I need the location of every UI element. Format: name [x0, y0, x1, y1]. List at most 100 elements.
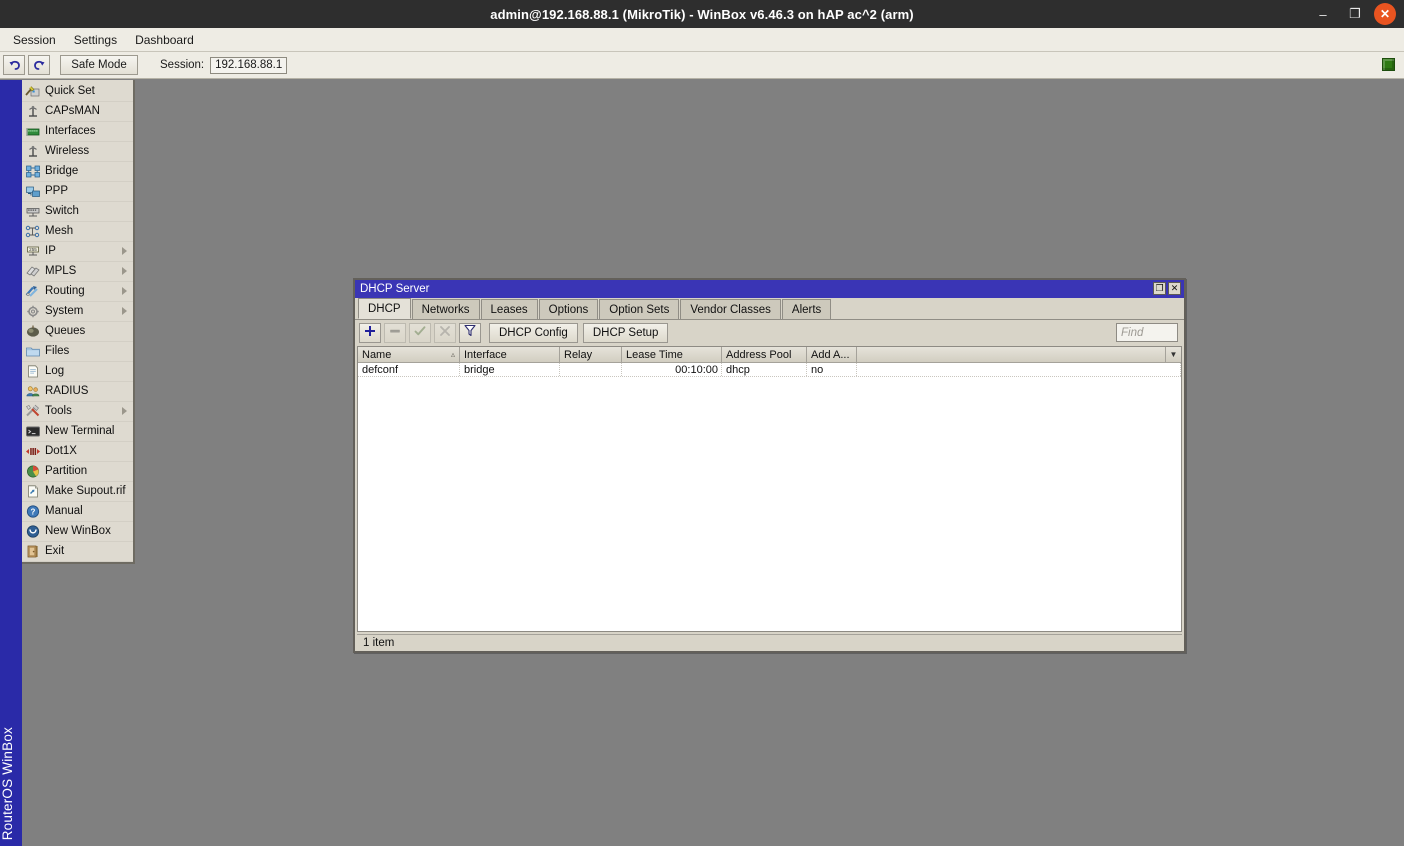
column-header-name[interactable]: Name ▵ — [358, 347, 460, 362]
sidebar-item-new-terminal[interactable]: New Terminal — [22, 422, 133, 442]
sidebar-item-dot1x[interactable]: Dot1X — [22, 442, 133, 462]
table-row[interactable]: defconf bridge 00:10:00 dhcp no — [358, 363, 1181, 377]
column-header-label: Add A... — [811, 348, 850, 361]
menu-item-dashboard[interactable]: Dashboard — [126, 31, 203, 49]
column-header-filler — [857, 347, 1165, 362]
dhcp-close-button[interactable]: ✕ — [1168, 282, 1181, 295]
tab-options[interactable]: Options — [538, 299, 599, 319]
submenu-chevron-right-icon — [122, 407, 127, 415]
sidebar-item-switch[interactable]: Switch — [22, 202, 133, 222]
dhcp-window-controls: ❐ ✕ — [1153, 282, 1181, 295]
sidebar-item-queues[interactable]: Queues — [22, 322, 133, 342]
add-button[interactable] — [359, 323, 381, 343]
sidebar-item-label: New WinBox — [45, 524, 111, 537]
column-header-address-pool[interactable]: Address Pool — [722, 347, 807, 362]
session-label: Session: — [160, 59, 205, 71]
sidebar-item-files[interactable]: Files — [22, 342, 133, 362]
column-header-add-a[interactable]: Add A... — [807, 347, 857, 362]
sidebar-menu: Quick Set CAPsMAN Interfaces Wireless Bridge… — [22, 80, 135, 564]
sidebar-item-routing[interactable]: Routing — [22, 282, 133, 302]
sidebar-item-label: Switch — [45, 204, 79, 217]
minimize-button[interactable]: – — [1310, 3, 1336, 25]
sidebar-item-make-supout-rif[interactable]: Make Supout.rif — [22, 482, 133, 502]
sidebar-item-label: CAPsMAN — [45, 104, 100, 117]
find-placeholder: Find — [1121, 326, 1144, 339]
dhcp-config-button[interactable]: DHCP Config — [489, 323, 578, 343]
sidebar-item-ppp[interactable]: PPP — [22, 182, 133, 202]
column-chooser-dropdown-icon[interactable]: ▼ — [1165, 347, 1181, 362]
tab-networks[interactable]: Networks — [411, 299, 480, 319]
tab-option-sets[interactable]: Option Sets — [599, 299, 680, 319]
quickset-icon — [24, 84, 41, 100]
tab-alerts[interactable]: Alerts — [781, 299, 832, 319]
safe-mode-button[interactable]: Safe Mode — [60, 55, 138, 75]
sidebar-item-label: Mesh — [45, 224, 74, 237]
sidebar-item-exit[interactable]: Exit — [22, 542, 133, 562]
sidebar-item-manual[interactable]: ? Manual — [22, 502, 133, 522]
sidebar-item-bridge[interactable]: Bridge — [22, 162, 133, 182]
sidebar-item-log[interactable]: Log — [22, 362, 133, 382]
dhcp-tab-bar: DHCP Networks Leases Options Option Sets Vend… — [355, 298, 1184, 320]
sidebar-item-tools[interactable]: Tools — [22, 402, 133, 422]
column-header-label: Relay — [564, 348, 593, 361]
sidebar-item-capsman[interactable]: CAPsMAN — [22, 102, 133, 122]
close-button[interactable]: ✕ — [1374, 3, 1396, 25]
sidebar-item-wireless[interactable]: Wireless — [22, 142, 133, 162]
sidebar-item-label: IP — [45, 244, 56, 257]
sidebar-item-mpls[interactable]: MPLS — [22, 262, 133, 282]
mpls-icon — [24, 264, 41, 280]
terminal-icon — [24, 424, 41, 440]
dhcp-server-window[interactable]: DHCP Server ❐ ✕ DHCP Networks Leases Option… — [353, 278, 1186, 653]
redo-button[interactable] — [28, 55, 50, 75]
find-input[interactable]: Find — [1116, 323, 1178, 342]
sidebar-item-label: Partition — [45, 464, 88, 477]
column-header-interface[interactable]: Interface — [460, 347, 560, 362]
sidebar-item-label: Make Supout.rif — [45, 484, 126, 497]
submenu-chevron-right-icon — [122, 287, 127, 295]
submenu-chevron-right-icon — [122, 267, 127, 275]
sidebar-item-ip[interactable]: 255 IP — [22, 242, 133, 262]
sidebar-item-new-winbox[interactable]: New WinBox — [22, 522, 133, 542]
system-gear-icon — [24, 304, 41, 320]
routing-icon — [24, 284, 41, 300]
session-address-field[interactable]: 192.168.88.1 — [210, 56, 288, 74]
menu-item-session[interactable]: Session — [4, 31, 65, 49]
undo-button[interactable] — [3, 55, 25, 75]
column-header-relay[interactable]: Relay — [560, 347, 622, 362]
dhcp-restore-button[interactable]: ❐ — [1153, 282, 1166, 295]
disable-button[interactable] — [434, 323, 456, 343]
sidebar-item-label: Bridge — [45, 164, 79, 177]
dhcp-window-title-bar[interactable]: DHCP Server ❐ ✕ — [355, 280, 1184, 298]
sidebar-item-label: Exit — [45, 544, 65, 557]
dhcp-setup-button[interactable]: DHCP Setup — [582, 323, 669, 343]
sidebar-item-partition[interactable]: Partition — [22, 462, 133, 482]
enable-button[interactable] — [409, 323, 431, 343]
sidebar-item-system[interactable]: System — [22, 302, 133, 322]
menu-bar: Session Settings Dashboard — [0, 28, 1404, 52]
sidebar-item-label: Queues — [45, 324, 86, 337]
sidebar-item-interfaces[interactable]: Interfaces — [22, 122, 133, 142]
filter-button[interactable] — [459, 323, 481, 343]
sidebar-item-label: MPLS — [45, 264, 77, 277]
tab-vendor-classes[interactable]: Vendor Classes — [680, 299, 781, 319]
column-header-lease-time[interactable]: Lease Time — [622, 347, 722, 362]
sidebar-item-label: Log — [45, 364, 65, 377]
tab-dhcp[interactable]: DHCP — [358, 298, 411, 319]
mesh-icon — [24, 224, 41, 240]
table-empty-area — [358, 377, 1181, 631]
sidebar-item-radius[interactable]: RADIUS — [22, 382, 133, 402]
menu-item-settings[interactable]: Settings — [65, 31, 126, 49]
dot1x-icon — [24, 444, 41, 460]
sidebar-item-mesh[interactable]: Mesh — [22, 222, 133, 242]
manual-help-icon: ? — [24, 504, 41, 520]
sidebar-item-quick-set[interactable]: Quick Set — [22, 82, 133, 102]
tab-leases[interactable]: Leases — [480, 299, 538, 319]
remove-button[interactable] — [384, 323, 406, 343]
cell-lease_time: 00:10:00 — [622, 363, 722, 376]
dhcp-server-table: Name ▵ Interface Relay Lease Time Address Poo… — [357, 346, 1182, 632]
ppp-icon — [24, 184, 41, 200]
routeros-brand-strip: RouterOS WinBox — [0, 80, 22, 846]
submenu-chevron-right-icon — [122, 247, 127, 255]
table-body: defconf bridge 00:10:00 dhcp no — [358, 363, 1181, 377]
maximize-button[interactable]: ❐ — [1342, 3, 1368, 25]
